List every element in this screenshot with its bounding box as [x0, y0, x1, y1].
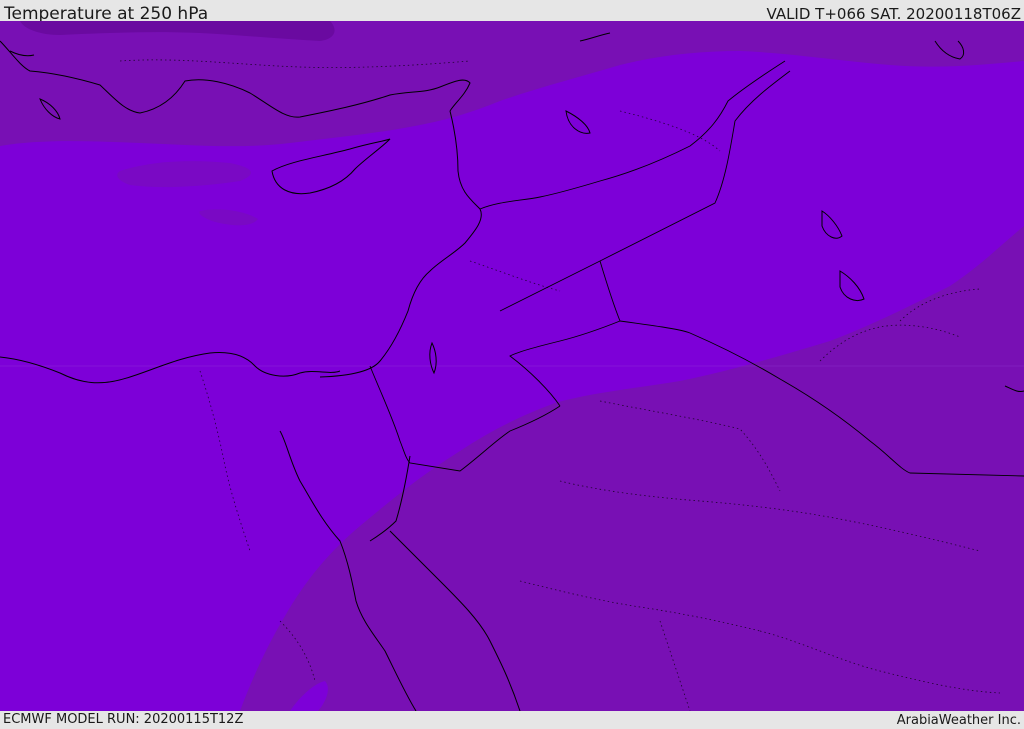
model-run-label: ECMWF MODEL RUN: 20200115T12Z	[3, 712, 244, 727]
header-bar: Temperature at 250 hPa VALID T+066 SAT. …	[0, 0, 1024, 24]
credit-label: ArabiaWeather Inc.	[896, 713, 1021, 728]
temperature-map	[0, 21, 1024, 711]
weather-map-frame: Temperature at 250 hPa VALID T+066 SAT. …	[0, 0, 1024, 729]
footer-bar: ECMWF MODEL RUN: 20200115T12Z ArabiaWeat…	[0, 711, 1024, 729]
